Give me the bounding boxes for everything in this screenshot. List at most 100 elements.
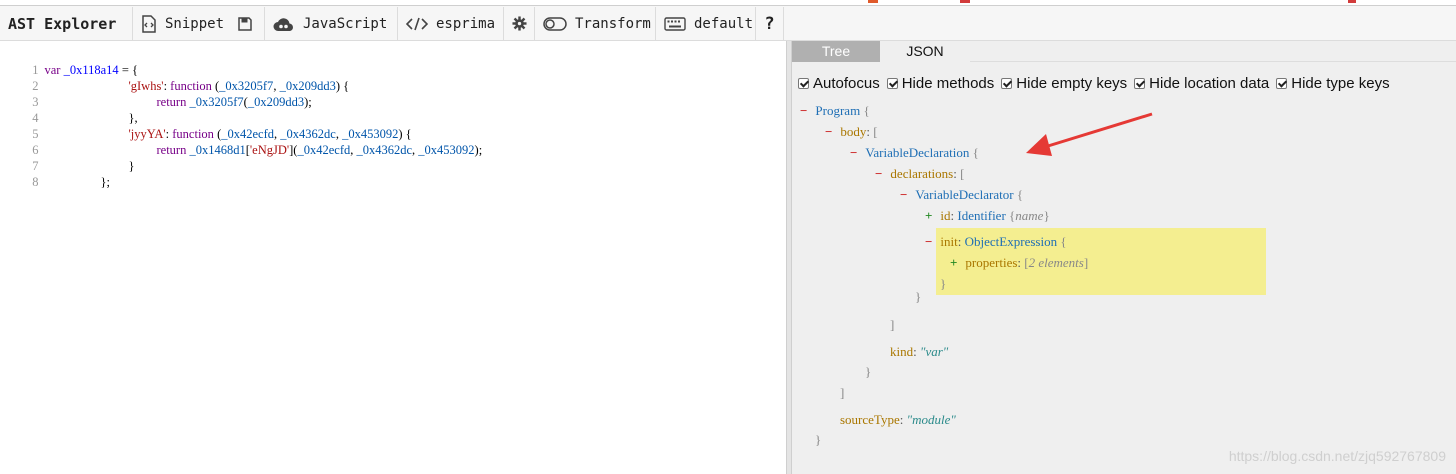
collapse-icon[interactable]: −	[900, 187, 907, 202]
help-icon: ?	[764, 13, 775, 34]
tree-node-id[interactable]: + id: Identifier {name}	[925, 208, 1050, 224]
tree-node-declarations[interactable]: − declarations: [	[875, 166, 964, 182]
output-tabs: Tree JSON	[792, 41, 1456, 62]
code-token: ) {	[335, 79, 350, 93]
output-panel: Tree JSON Autofocus Hide methods Hide em…	[792, 41, 1456, 474]
code-token: return	[156, 95, 187, 109]
code-token: );	[474, 143, 483, 157]
closing-brace: }	[940, 276, 947, 291]
node-key: properties	[965, 255, 1018, 270]
bookmark-favicon[interactable]	[868, 0, 878, 3]
node-summary: 2 elements	[1028, 255, 1084, 270]
code-token: _0x42ecfd	[297, 143, 351, 157]
tree-node-body[interactable]: − body: [	[825, 124, 878, 140]
code-token: }	[128, 159, 135, 173]
code-token: 'eNgJD'	[249, 143, 290, 157]
option-label: Hide location data	[1149, 74, 1270, 92]
code-token: };	[100, 175, 110, 189]
tree-node-source-type[interactable]: sourceType: "module"	[840, 412, 956, 428]
code-token: _0x453092	[418, 143, 475, 157]
node-type: Identifier	[957, 208, 1006, 223]
closing-bracket: ]	[840, 385, 845, 400]
code-token: return	[156, 143, 187, 157]
tree-node-program[interactable]: − Program {	[800, 103, 870, 119]
collapse-icon[interactable]: −	[800, 103, 807, 118]
node-key: body	[840, 124, 867, 139]
code-line: 6 return _0x1468d1['eNgJD'](_0x42ecfd, _0…	[0, 126, 482, 157]
closing-brace: }	[815, 432, 822, 447]
code-token: _0x3205f7	[189, 95, 244, 109]
tree-node-init[interactable]: − init: ObjectExpression {	[925, 234, 1067, 250]
collapse-icon[interactable]: −	[925, 234, 932, 249]
node-key: declarations	[890, 166, 954, 181]
code-line: 3 return _0x3205f7(_0x209dd3);	[0, 78, 311, 109]
node-summary: name	[1015, 208, 1044, 223]
snippet-label: Snippet	[165, 15, 225, 32]
collapse-icon[interactable]: −	[850, 145, 857, 160]
tree-node-variable-declaration[interactable]: − VariableDeclaration {	[850, 145, 979, 161]
app-title-text: AST Explorer	[8, 14, 117, 33]
option-hide-methods[interactable]: Hide methods	[886, 75, 994, 92]
parser-label: esprima	[436, 15, 496, 32]
expand-icon[interactable]: +	[950, 255, 957, 270]
gear-icon	[511, 16, 527, 31]
expand-icon[interactable]: +	[925, 208, 932, 223]
language-menu[interactable]: JavaScript	[265, 7, 398, 40]
code-line: 4},	[0, 94, 137, 125]
toolbar: AST Explorer Snippet JavaScript esprima …	[0, 0, 1456, 41]
node-key: kind	[890, 344, 914, 359]
code-line: 2'gIwhs': function (_0x3205f7, _0x209dd3…	[0, 62, 349, 93]
tree-node-properties[interactable]: + properties: [2 elements]	[950, 255, 1088, 271]
save-icon[interactable]	[238, 16, 252, 31]
code-token: _0x4362dc	[356, 143, 413, 157]
tab-tree[interactable]: Tree	[792, 41, 880, 62]
collapse-icon[interactable]: −	[825, 124, 832, 139]
tree-node-variable-declarator[interactable]: − VariableDeclarator {	[900, 187, 1023, 203]
checkbox[interactable]	[886, 77, 898, 89]
parser-menu[interactable]: esprima	[398, 7, 504, 40]
option-hide-type-keys[interactable]: Hide type keys	[1276, 74, 1390, 92]
checkbox[interactable]	[1134, 77, 1146, 89]
option-hide-location-data[interactable]: Hide location data	[1134, 75, 1269, 92]
option-label: Autofocus	[813, 74, 880, 92]
closing-brace: }	[915, 289, 922, 304]
closing-brace: }	[865, 364, 872, 379]
line-number: 8	[32, 175, 39, 189]
parser-settings-button[interactable]	[504, 7, 535, 40]
ast-tree: − Program { − body: [ − VariableDeclaration…	[792, 99, 1456, 474]
code-token: _0x209dd3	[247, 95, 305, 109]
checkbox[interactable]	[1001, 77, 1013, 89]
code-line: 7}	[0, 142, 134, 173]
option-autofocus[interactable]: Autofocus	[798, 75, 880, 92]
collapse-icon[interactable]: −	[875, 166, 882, 181]
option-hide-empty-keys[interactable]: Hide empty keys	[1001, 75, 1127, 92]
code-token: );	[304, 95, 312, 109]
code-line: 8};	[0, 158, 110, 189]
code-editor[interactable]: 1 var _0x118a14 = { 2'gIwhs': function (_…	[0, 41, 786, 474]
transform-toggle[interactable]: Transform	[535, 7, 656, 40]
keymap-menu[interactable]: default	[656, 7, 756, 40]
node-type: Program	[815, 103, 861, 118]
closing-bracket: ]	[890, 317, 895, 332]
checkbox[interactable]	[1276, 77, 1288, 89]
node-key: init	[940, 234, 958, 249]
cloud-icon	[273, 16, 295, 32]
code-line: 1 var _0x118a14 = {	[0, 46, 138, 77]
toggle-off-icon	[543, 16, 567, 31]
keymap-label: default	[694, 15, 754, 32]
option-label: Hide type keys	[1291, 74, 1390, 92]
bookmark-favicon[interactable]	[960, 0, 970, 3]
code-icon	[406, 17, 428, 31]
snippet-menu[interactable]: Snippet	[133, 7, 265, 40]
help-button[interactable]: ?	[756, 7, 784, 40]
tab-json[interactable]: JSON	[880, 41, 970, 62]
tree-node-kind[interactable]: kind: "var"	[890, 344, 948, 360]
keyboard-icon	[664, 16, 686, 31]
node-value: "var"	[920, 344, 949, 359]
checkbox[interactable]	[798, 77, 809, 89]
bookmark-favicon[interactable]	[1348, 0, 1356, 3]
language-label: JavaScript	[303, 15, 388, 32]
code-line: 5'jyyYA': function (_0x42ecfd, _0x4362dc…	[0, 110, 411, 141]
node-value: "module"	[906, 412, 956, 427]
node-key: sourceType	[840, 412, 900, 427]
